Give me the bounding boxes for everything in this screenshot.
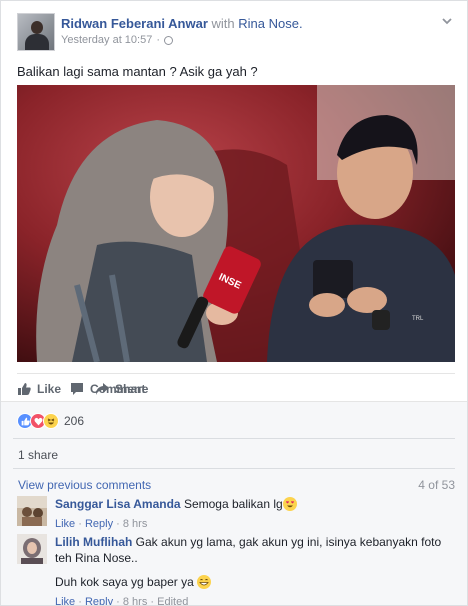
with-label: with — [211, 16, 235, 31]
divider — [13, 438, 455, 439]
comment-reply-link[interactable]: Reply — [85, 518, 113, 530]
post-header: Ridwan Feberani Anwar with Rina Nose. Ye… — [13, 13, 455, 53]
comment-item: Lilih Muflihah Gak akun yg lama, gak aku… — [17, 534, 455, 606]
commenter-avatar[interactable] — [17, 534, 47, 564]
post-footer: 206 1 share View previous comments 4 of … — [1, 401, 467, 606]
comment-body: Sanggar Lisa Amanda Semoga balikan lg Li… — [55, 496, 455, 532]
chevron-down-icon[interactable] — [441, 15, 453, 27]
post-card: Ridwan Feberani Anwar with Rina Nose. Ye… — [0, 0, 468, 606]
post-meta: Yesterday at 10:57 · — [61, 34, 425, 46]
divider — [13, 468, 455, 469]
reactions-summary[interactable]: 206 — [17, 410, 84, 432]
comment-button[interactable]: Comment — [70, 381, 467, 396]
like-button[interactable]: Like — [17, 382, 61, 396]
comment-actions: Like · Reply · 8 hrs — [55, 518, 148, 530]
post-text: Balikan lagi sama mantan ? Asik ga yah ? — [17, 64, 258, 79]
commenter-avatar[interactable] — [17, 496, 47, 526]
post-photo[interactable]: INSE TRL — [17, 85, 455, 362]
comment-like-link[interactable]: Like — [55, 518, 75, 530]
comment-time[interactable]: 8 hrs — [123, 596, 147, 605]
comment-item: Sanggar Lisa Amanda Semoga balikan lg Li… — [17, 496, 455, 530]
share-count[interactable]: 1 share — [18, 448, 58, 462]
post-actions: Like Comment Share — [17, 373, 455, 403]
speech-bubble-icon — [71, 382, 83, 395]
comment-time[interactable]: 8 hrs — [123, 518, 147, 530]
grinning-emoji-icon — [197, 575, 212, 589]
author-line: Ridwan Feberani Anwar with Rina Nose. — [61, 15, 425, 32]
post-header-text: Ridwan Feberani Anwar with Rina Nose. Ye… — [61, 15, 425, 46]
comment-text-second: Duh kok saya yg baper ya — [55, 575, 194, 589]
comment-label: Comment — [90, 381, 146, 396]
reaction-count: 206 — [64, 414, 85, 428]
post-timestamp[interactable]: Yesterday at 10:57 — [61, 34, 152, 46]
tagged-person[interactable]: Rina Nose. — [238, 16, 302, 31]
comment-actions: Like · Reply · 8 hrs · Edited — [55, 596, 189, 606]
globe-icon — [164, 35, 174, 45]
heart-eyes-emoji-icon — [282, 497, 297, 511]
comment-reply-link[interactable]: Reply — [85, 596, 113, 605]
svg-text:TRL: TRL — [412, 316, 424, 322]
comment-edited-label[interactable]: Edited — [157, 596, 188, 605]
author-avatar[interactable] — [17, 13, 55, 51]
view-previous-comments[interactable]: View previous comments — [18, 478, 151, 492]
commenter-name[interactable]: Lilih Muflihah — [55, 535, 132, 549]
photo-illustration: INSE TRL — [17, 85, 455, 362]
like-label: Like — [37, 381, 62, 396]
commenter-name[interactable]: Sanggar Lisa Amanda — [55, 497, 181, 511]
comment-body: Lilih Muflihah Gak akun yg lama, gak aku… — [55, 534, 455, 606]
author-name[interactable]: Ridwan Feberani Anwar — [61, 16, 208, 31]
haha-reaction-icon — [43, 413, 59, 429]
comment-like-link[interactable]: Like — [55, 596, 75, 605]
comments-count: 4 of 53 — [418, 478, 455, 492]
comment-text: Semoga balikan lg — [183, 497, 283, 511]
meta-separator: · — [156, 34, 161, 46]
thumbs-up-icon — [18, 382, 31, 395]
